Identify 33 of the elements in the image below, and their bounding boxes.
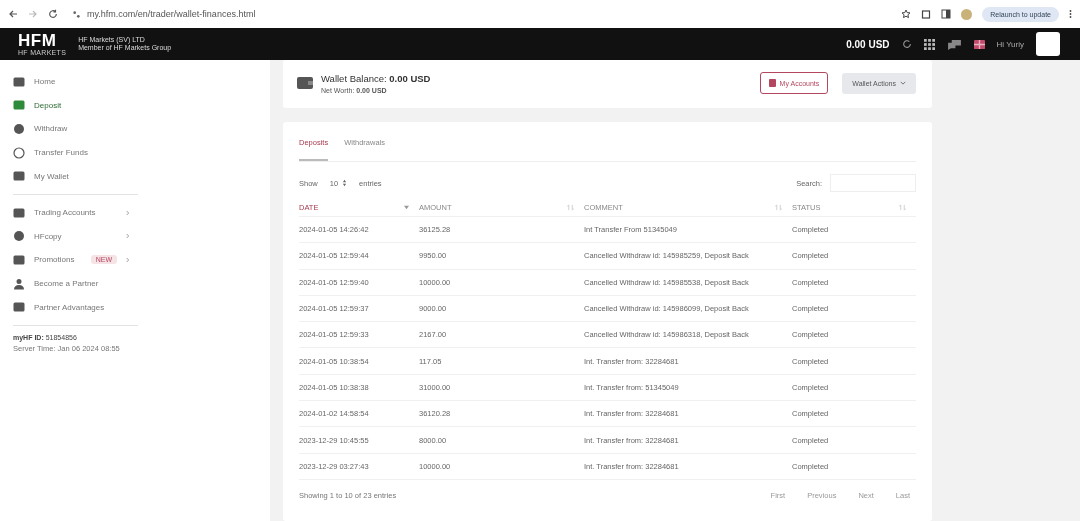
sidebar-icon[interactable]	[941, 9, 952, 19]
back-icon[interactable]	[8, 9, 18, 19]
sidebar-item[interactable]: Withdraw	[13, 117, 258, 141]
chat-icon[interactable]	[946, 38, 962, 50]
person-icon	[13, 277, 25, 290]
sort-icon	[775, 203, 782, 211]
sort-down-icon	[404, 204, 409, 210]
sidebar-item[interactable]: Trading Accounts	[13, 200, 258, 225]
caret-icon	[900, 81, 906, 85]
url-text: my.hfm.com/en/trader/wallet-finances.html	[87, 9, 256, 19]
site-settings-icon	[72, 9, 81, 19]
flag-icon[interactable]	[973, 38, 985, 50]
sidebar-item[interactable]: Become a Partner	[13, 271, 258, 296]
star-icon[interactable]	[901, 9, 912, 19]
sidebar-item[interactable]: HFcopy	[13, 224, 258, 249]
more-icon[interactable]	[1069, 9, 1072, 19]
sort-icon	[899, 203, 906, 211]
address-bar[interactable]: my.hfm.com/en/trader/wallet-finances.html	[68, 4, 892, 24]
sort-icon	[567, 203, 574, 211]
transfer-icon	[13, 146, 25, 159]
wallet-balance: Wallet Balance: 0.00 USD	[321, 72, 431, 84]
grid-icon[interactable]	[923, 38, 935, 50]
sidebar-item[interactable]: Deposit	[13, 93, 258, 118]
sidebar-item[interactable]: Home	[13, 70, 258, 94]
logo-text: HFM	[18, 32, 58, 49]
sidebar-item[interactable]: Transfer Funds	[13, 140, 258, 165]
header-balance: 0.00 USD	[846, 38, 890, 50]
reload-icon[interactable]	[48, 9, 58, 19]
refresh-icon[interactable]	[901, 39, 912, 49]
stepper-icon	[342, 179, 348, 187]
user-greeting[interactable]: Hi Yuriy	[996, 39, 1024, 49]
sidebar-item[interactable]: My Wallet	[13, 164, 258, 188]
sidebar-item[interactable]: Partner Advantages	[13, 295, 258, 319]
